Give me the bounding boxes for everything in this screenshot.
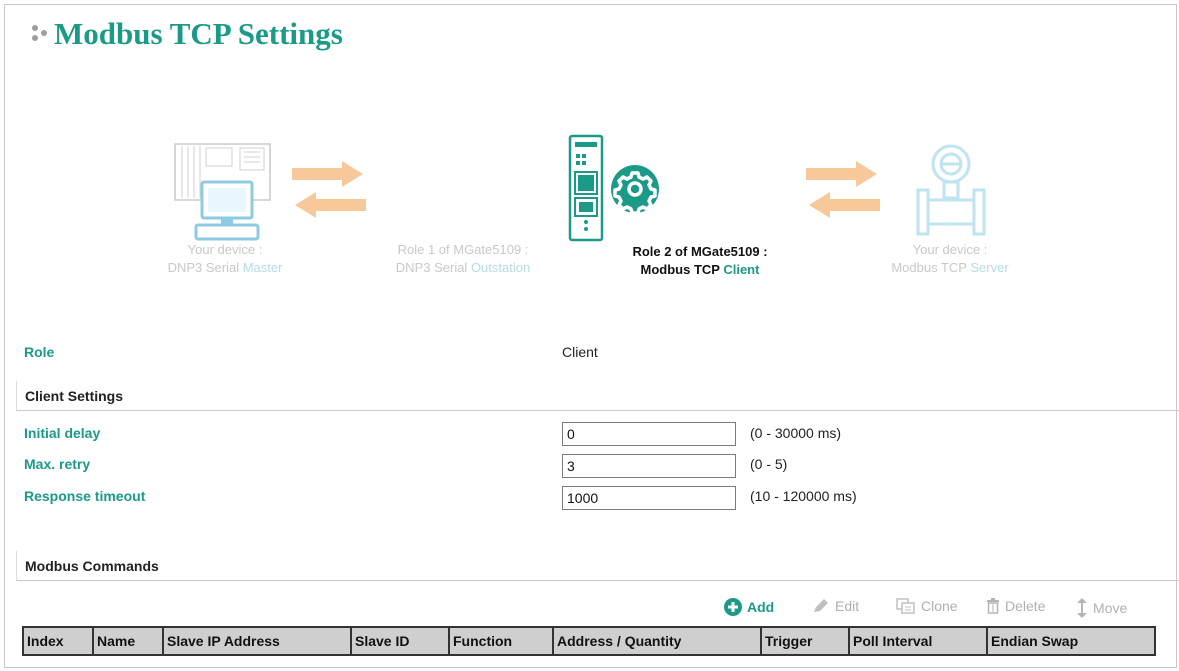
add-label: Add	[747, 599, 775, 615]
caption-line1: Role 1 of MGate5109 :	[397, 242, 529, 257]
flow-meter-icon	[916, 144, 986, 236]
trash-icon	[987, 598, 999, 614]
column-header-trigger[interactable]: Trigger	[760, 626, 850, 656]
role-label: Role	[24, 344, 55, 360]
caption-line2: DNP3 Serial Master	[167, 260, 283, 275]
move-label: Move	[1093, 600, 1128, 616]
delete-button[interactable]: Delete	[986, 598, 1045, 614]
edit-label: Edit	[835, 598, 860, 614]
page-title-text: Modbus TCP Settings	[54, 16, 343, 51]
add-button[interactable]: Add	[724, 598, 774, 616]
delete-label: Delete	[1005, 598, 1046, 614]
clone-label: Clone	[921, 598, 958, 614]
max-retry-input[interactable]	[562, 454, 736, 478]
caption-line1: Your device :	[187, 242, 263, 257]
page-title: Modbus TCP Settings	[30, 16, 343, 52]
caption-line2: Modbus TCP Client	[640, 262, 760, 277]
move-vertical-icon	[1077, 598, 1087, 618]
move-button[interactable]: Move	[1076, 598, 1127, 618]
role1-caption: Role 1 of MGate5109 : DNP3 Serial Outsta…	[368, 241, 558, 277]
modbus-commands-heading: Modbus Commands	[16, 551, 1179, 581]
role2-caption: Role 2 of MGate5109 : Modbus TCP Client	[600, 243, 800, 279]
caption-line2: Modbus TCP Server	[891, 260, 1009, 275]
column-header-address-quantity[interactable]: Address / Quantity	[552, 626, 762, 656]
caption-line2: DNP3 Serial Outstation	[395, 260, 531, 275]
initial-delay-label: Initial delay	[24, 425, 101, 441]
response-timeout-range: (10 - 120000 ms)	[750, 488, 857, 504]
data-flow-arrows-icon-right	[806, 161, 880, 218]
caption-line1: Your device :	[912, 242, 988, 257]
your-device-right-caption: Your device : Modbus TCP Server	[860, 241, 1040, 277]
caption-line1: Role 2 of MGate5109 :	[632, 244, 768, 259]
plc-computer-icon	[174, 143, 271, 241]
initial-delay-range: (0 - 30000 ms)	[750, 425, 842, 441]
title-bullet-icon	[30, 22, 52, 46]
table-header-row: Index Name Slave IP Address Slave ID Fun…	[22, 626, 1156, 656]
response-timeout-label: Response timeout	[24, 488, 146, 504]
mgate-device-icon	[568, 134, 604, 242]
max-retry-label: Max. retry	[24, 456, 91, 472]
modbus-commands-table: Index Name Slave IP Address Slave ID Fun…	[22, 626, 1156, 656]
response-timeout-input[interactable]	[562, 486, 736, 510]
column-header-slave-ip[interactable]: Slave IP Address	[162, 626, 352, 656]
settings-gear-icon	[611, 165, 659, 214]
column-header-function[interactable]: Function	[448, 626, 554, 656]
max-retry-range: (0 - 5)	[750, 456, 788, 472]
column-header-index[interactable]: Index	[22, 626, 94, 656]
plus-circle-icon	[724, 598, 742, 616]
pencil-icon	[814, 599, 828, 612]
initial-delay-input[interactable]	[562, 422, 736, 446]
clone-icon	[896, 598, 915, 614]
client-settings-heading: Client Settings	[16, 381, 1179, 411]
data-flow-arrows-icon	[292, 161, 366, 218]
your-device-left-caption: Your device : DNP3 Serial Master	[130, 241, 320, 277]
column-header-name[interactable]: Name	[92, 626, 164, 656]
column-header-endian-swap[interactable]: Endian Swap	[986, 626, 1156, 656]
edit-button[interactable]: Edit	[812, 598, 859, 614]
role-value: Client	[562, 344, 598, 360]
column-header-poll-interval[interactable]: Poll Interval	[848, 626, 988, 656]
clone-button[interactable]: Clone	[896, 598, 958, 614]
column-header-slave-id[interactable]: Slave ID	[350, 626, 450, 656]
